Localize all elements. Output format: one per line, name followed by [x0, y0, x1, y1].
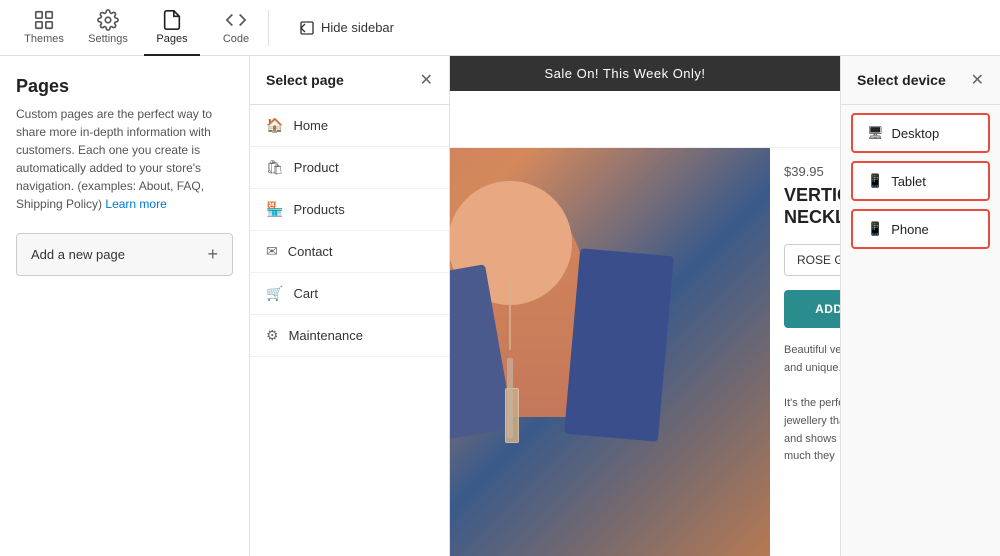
select-page-panel: Select page ✕ 🏠 Home 🛍 Product 🏪 Product… [250, 56, 450, 556]
page-item-maintenance[interactable]: ⚙ Maintenance [250, 315, 449, 357]
pages-label: Pages [156, 33, 187, 45]
themes-tool[interactable]: Themes [16, 0, 72, 56]
desktop-label: Desktop [892, 126, 940, 141]
cart-icon: 🛒 [266, 285, 283, 302]
phone-label: Phone [891, 222, 929, 237]
tablet-icon: 📱 [867, 173, 883, 189]
settings-label: Settings [88, 33, 128, 45]
device-option-phone[interactable]: 📱 Phone [851, 209, 990, 249]
add-page-label: Add a new page [31, 247, 125, 262]
left-sidebar: Pages Custom pages are the perfect way t… [0, 56, 250, 556]
add-icon: + [207, 244, 218, 265]
device-option-desktop[interactable]: 🖥 Desktop [851, 113, 990, 153]
select-page-title: Select page [266, 72, 344, 88]
page-item-contact[interactable]: ✉ Contact [250, 231, 449, 273]
select-page-header: Select page ✕ [250, 56, 449, 105]
hide-sidebar-button[interactable]: Hide sidebar [289, 14, 404, 42]
pages-tool[interactable]: Pages [144, 0, 200, 56]
add-page-button[interactable]: Add a new page + [16, 233, 233, 276]
hide-sidebar-label: Hide sidebar [321, 20, 394, 35]
page-label-maintenance: Maintenance [289, 328, 363, 343]
page-label-products: Products [293, 202, 344, 217]
page-item-home[interactable]: 🏠 Home [250, 105, 449, 147]
select-device-panel: Select device ✕ 🖥 Desktop 📱 Tablet 📱 Pho… [840, 56, 1000, 556]
page-label-home: Home [293, 118, 328, 133]
sidebar-title: Pages [16, 76, 233, 97]
tablet-label: Tablet [891, 174, 926, 189]
sidebar-description: Custom pages are the perfect way to shar… [16, 105, 233, 213]
main-area: Pages Custom pages are the perfect way t… [0, 56, 1000, 556]
code-label: Code [223, 33, 249, 45]
page-label-contact: Contact [288, 244, 333, 259]
themes-label: Themes [24, 33, 64, 45]
page-item-cart[interactable]: 🛒 Cart [250, 273, 449, 315]
settings-tool[interactable]: Settings [80, 0, 136, 56]
select-device-title: Select device [857, 72, 946, 88]
phone-icon: 📱 [867, 221, 883, 237]
canvas-wrapper: Sale On! This Week Only! PRODUCTS CONTAC… [250, 56, 1000, 556]
desktop-icon: 🖥 [867, 125, 884, 141]
home-icon: 🏠 [266, 117, 283, 134]
toolbar: Themes Settings Pages Code [0, 0, 1000, 56]
device-option-tablet[interactable]: 📱 Tablet [851, 161, 990, 201]
select-device-header: Select device ✕ [841, 56, 1000, 105]
select-device-close-button[interactable]: ✕ [971, 70, 984, 90]
announcement-text: Sale On! This Week Only! [544, 66, 705, 81]
toolbar-tools: Themes Settings Pages Code [16, 0, 264, 56]
code-tool[interactable]: Code [208, 0, 264, 56]
page-item-product[interactable]: 🛍 Product [250, 147, 449, 189]
products-icon: 🏪 [266, 201, 283, 218]
page-item-products[interactable]: 🏪 Products [250, 189, 449, 231]
product-icon: 🛍 [266, 159, 284, 176]
learn-more-link[interactable]: Learn more [105, 197, 166, 211]
toolbar-divider [268, 10, 269, 46]
page-label-cart: Cart [293, 286, 318, 301]
select-page-close-button[interactable]: ✕ [420, 70, 433, 90]
maintenance-icon: ⚙ [266, 327, 279, 344]
page-label-product: Product [294, 160, 339, 175]
contact-icon: ✉ [266, 243, 278, 260]
